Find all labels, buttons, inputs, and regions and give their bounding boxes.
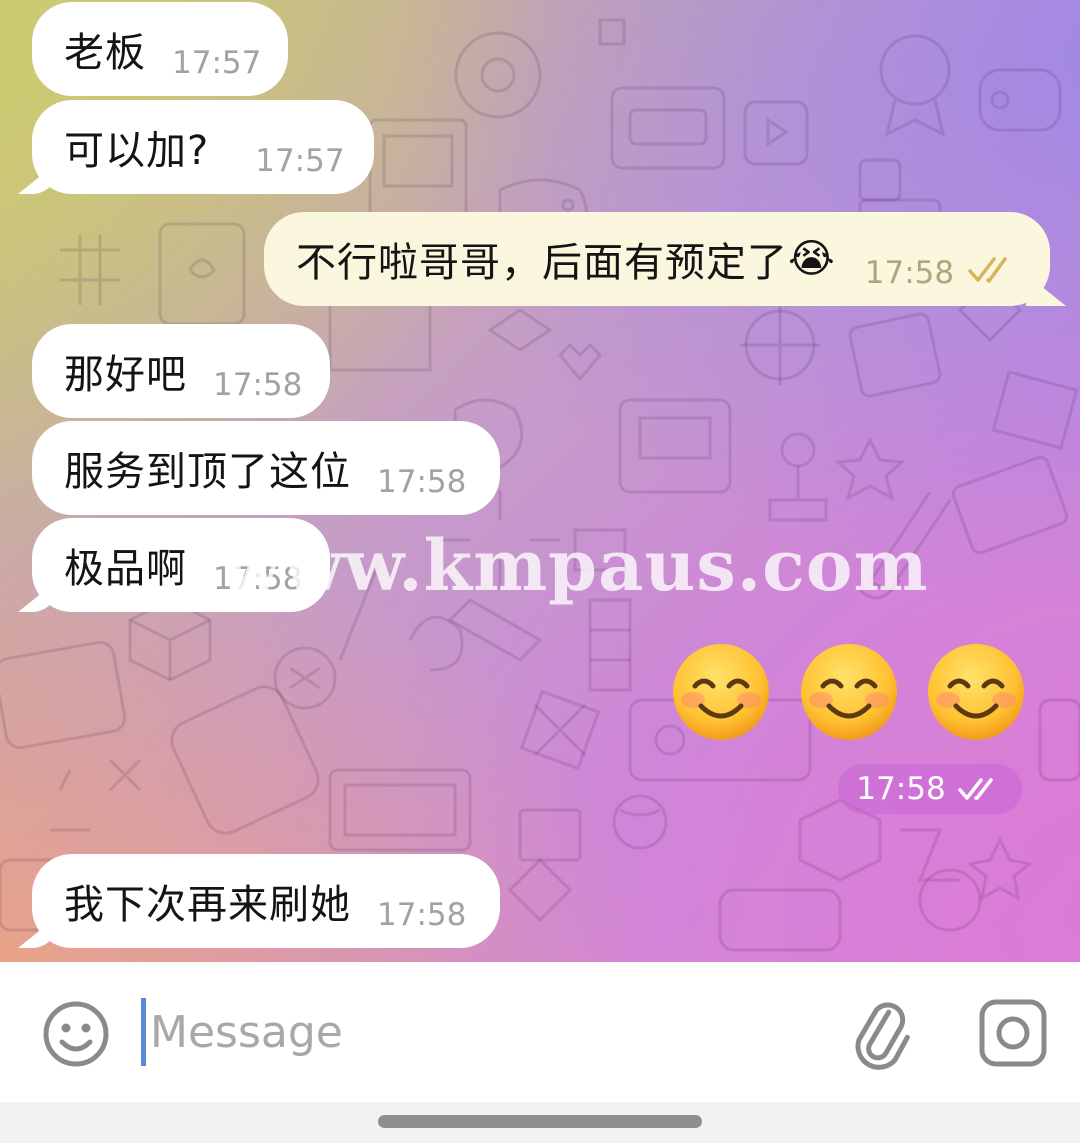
smiling-face-icon <box>673 644 769 740</box>
home-indicator[interactable] <box>378 1115 702 1128</box>
message-text: 我下次再来刷她 <box>64 882 351 928</box>
message-bubble-outgoing[interactable]: 不行啦哥哥，后面有预定了 😭 17:58 <box>264 212 1050 306</box>
crying-face-icon: 😭 <box>788 236 835 282</box>
message-bubble-incoming[interactable]: 老板 17:57 <box>32 2 288 96</box>
message-input[interactable] <box>150 1002 800 1062</box>
message-bubble-incoming[interactable]: 服务到顶了这位 17:58 <box>32 421 500 515</box>
message-text: 那好吧 <box>64 352 187 398</box>
text-cursor <box>141 998 146 1066</box>
camera-icon[interactable] <box>978 998 1048 1068</box>
message-time: 17:57 <box>255 143 345 179</box>
message-text: 老板 <box>64 30 146 76</box>
message-text: 服务到顶了这位 <box>64 449 351 495</box>
message-time: 17:58 <box>213 367 303 403</box>
message-time: 17:57 <box>172 45 262 81</box>
smiling-face-icon <box>801 644 897 740</box>
message-time: 17:58 <box>377 897 467 933</box>
message-bubble-incoming[interactable]: 可以加? 17:57 <box>32 100 374 194</box>
message-bubble-incoming[interactable]: 我下次再来刷她 17:58 <box>32 854 500 948</box>
double-check-icon <box>968 257 1007 283</box>
message-time: 17:58 <box>856 771 946 807</box>
message-composer <box>0 962 1080 1102</box>
smiling-face-icon <box>928 644 1024 740</box>
message-time: 17:58 <box>864 255 955 291</box>
message-time: 17:58 <box>377 464 467 500</box>
message-bubble-incoming[interactable]: 那好吧 17:58 <box>32 324 330 418</box>
message-text: 不行啦哥哥，后面有预定了 <box>296 240 788 286</box>
double-check-icon <box>957 778 993 800</box>
smiley-face-icon[interactable] <box>42 1000 110 1068</box>
message-time-pill: 17:58 <box>838 764 1022 814</box>
paperclip-icon[interactable] <box>848 992 912 1072</box>
message-text: 可以加? <box>64 128 210 174</box>
chat-background[interactable]: 老板 17:57 可以加? 17:57 不行啦哥哥，后面有预定了 😭 17:58… <box>0 0 1080 962</box>
watermark: www.kmpaus.com <box>221 524 929 607</box>
telegram-chat-screen: 老板 17:57 可以加? 17:57 不行啦哥哥，后面有预定了 😭 17:58… <box>0 0 1080 1143</box>
